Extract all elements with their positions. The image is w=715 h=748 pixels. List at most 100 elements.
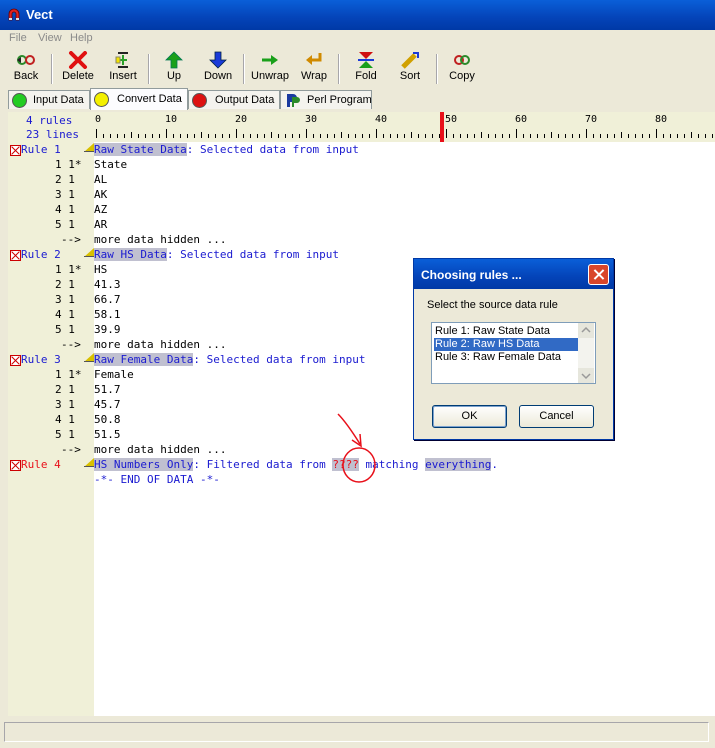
toolbar-separator	[436, 54, 438, 84]
scroll-up-icon[interactable]	[578, 323, 594, 338]
data-value: 51.7	[94, 383, 121, 396]
ruler-label: 20	[235, 114, 248, 125]
wrap-button[interactable]: Wrap	[297, 51, 331, 87]
rule-label[interactable]: Rule 3	[21, 353, 61, 366]
more-data-hidden[interactable]: more data hidden ...	[94, 443, 226, 456]
rule-name[interactable]: Raw State Data	[94, 143, 187, 156]
rule-label[interactable]: Rule 2	[21, 248, 61, 261]
ruler-tick	[124, 134, 125, 138]
rule-name[interactable]: HS Numbers Only	[94, 458, 194, 471]
more-data-hidden[interactable]: more data hidden ...	[94, 338, 226, 351]
toolbar-separator	[243, 54, 245, 84]
copy-button[interactable]: Copy	[444, 51, 480, 87]
rule-description[interactable]: Raw Female Data: Selected data from inpu…	[94, 353, 366, 366]
rule-description[interactable]: Raw State Data: Selected data from input	[94, 143, 359, 156]
menu-help[interactable]: Help	[70, 32, 93, 44]
scroll-down-icon[interactable]	[578, 368, 594, 383]
delete-button[interactable]: Delete	[58, 51, 98, 87]
close-icon[interactable]	[588, 264, 609, 285]
ruler-tick	[544, 134, 545, 138]
ruler-tick	[348, 134, 349, 138]
ok-button[interactable]: OK	[432, 405, 507, 428]
rule-desc: : Selected data from input	[193, 353, 366, 366]
up-button[interactable]: Up	[156, 51, 192, 87]
rule-listbox[interactable]: Rule 1: Raw State Data Rule 2: Raw HS Da…	[431, 322, 596, 384]
cancel-button[interactable]: Cancel	[519, 405, 594, 428]
rule-label[interactable]: Rule 4	[21, 458, 61, 471]
ruler-tick	[285, 134, 286, 138]
tab-input-data[interactable]: Input Data	[8, 90, 90, 109]
ruler-label: 50	[445, 114, 458, 125]
down-button[interactable]: Down	[200, 51, 236, 87]
insert-button[interactable]: Insert	[104, 51, 142, 87]
list-item-selected[interactable]: Rule 2: Raw HS Data	[434, 338, 579, 351]
tab-output-data[interactable]: Output Data	[188, 90, 280, 109]
unwrap-button[interactable]: Unwrap	[249, 51, 291, 87]
lines-count: 23 lines	[26, 128, 79, 141]
rule-delete-icon[interactable]	[10, 250, 21, 261]
rule-description[interactable]: Raw HS Data: Selected data from input	[94, 248, 339, 261]
back-button[interactable]: Back	[8, 51, 44, 87]
data-value: 39.9	[94, 323, 121, 336]
line-index: 4 1	[55, 308, 75, 321]
rule-delete-icon[interactable]	[10, 460, 21, 471]
list-item[interactable]: Rule 1: Raw State Data	[434, 325, 579, 338]
data-value: AL	[94, 173, 108, 186]
toolbar-separator	[148, 54, 150, 84]
ruler-tick	[523, 134, 524, 138]
column-marker[interactable]	[440, 112, 444, 142]
ruler-tick	[264, 134, 265, 138]
yellow-circle-icon	[94, 92, 109, 107]
ruler-tick	[432, 134, 433, 138]
fold-button[interactable]: Fold	[346, 51, 386, 87]
sort-button[interactable]: Sort	[392, 51, 428, 87]
dialog-title-bar[interactable]: Choosing rules ...	[414, 259, 613, 289]
rule-name[interactable]: Raw Female Data	[94, 353, 194, 366]
copy-icon	[454, 55, 470, 65]
ruler-tick	[334, 134, 335, 138]
ruler-tick	[537, 134, 538, 138]
line-index: 1 1*	[55, 158, 82, 171]
column-ruler[interactable]: 0 10 20 30 40 50 60 70 80	[94, 112, 715, 142]
ruler-tick	[495, 134, 496, 138]
ruler-tick	[376, 129, 377, 138]
menu-file[interactable]: File	[9, 32, 27, 44]
data-value: 51.5	[94, 428, 121, 441]
ruler-tick	[404, 134, 405, 138]
tab-perl-program[interactable]: Perl Program	[280, 90, 372, 109]
ruler-tick	[278, 134, 279, 138]
menu-view[interactable]: View	[38, 32, 62, 44]
list-item[interactable]: Rule 3: Raw Female Data	[434, 351, 579, 364]
more-arrow: -->	[61, 338, 81, 351]
up-arrow-icon	[165, 51, 183, 69]
more-data-hidden[interactable]: more data hidden ...	[94, 233, 226, 246]
rule-delete-icon[interactable]	[10, 355, 21, 366]
ruler-tick	[138, 134, 139, 138]
ruler-tick	[243, 134, 244, 138]
line-index: 3 1	[55, 188, 75, 201]
more-arrow: -->	[61, 233, 81, 246]
rule-name[interactable]: Raw HS Data	[94, 248, 167, 261]
dialog-prompt: Select the source data rule	[427, 299, 558, 311]
line-index: 5 1	[55, 323, 75, 336]
ruler-tick	[418, 134, 419, 138]
ruler-tick	[110, 134, 111, 138]
ruler-tick	[607, 134, 608, 138]
listbox-scrollbar[interactable]	[578, 323, 594, 383]
match-criteria[interactable]: everything	[425, 458, 492, 471]
ruler-tick	[236, 129, 237, 138]
rule-delete-icon[interactable]	[10, 145, 21, 156]
ruler-label: 70	[585, 114, 598, 125]
line-index: 1 1*	[55, 263, 82, 276]
ruler-tick	[565, 134, 566, 138]
rule-label[interactable]: Rule 1	[21, 143, 61, 156]
title-bar[interactable]: Vect	[0, 0, 715, 30]
rule-description[interactable]: HS Numbers Only: Filtered data from ????…	[94, 458, 498, 471]
ruler-label: 80	[655, 114, 668, 125]
ruler-tick	[103, 134, 104, 138]
toolbar-separator	[338, 54, 340, 84]
tab-convert-data[interactable]: Convert Data	[90, 88, 188, 110]
ruler-tick	[614, 134, 615, 138]
ruler-tick	[229, 134, 230, 138]
data-value: AZ	[94, 203, 108, 216]
